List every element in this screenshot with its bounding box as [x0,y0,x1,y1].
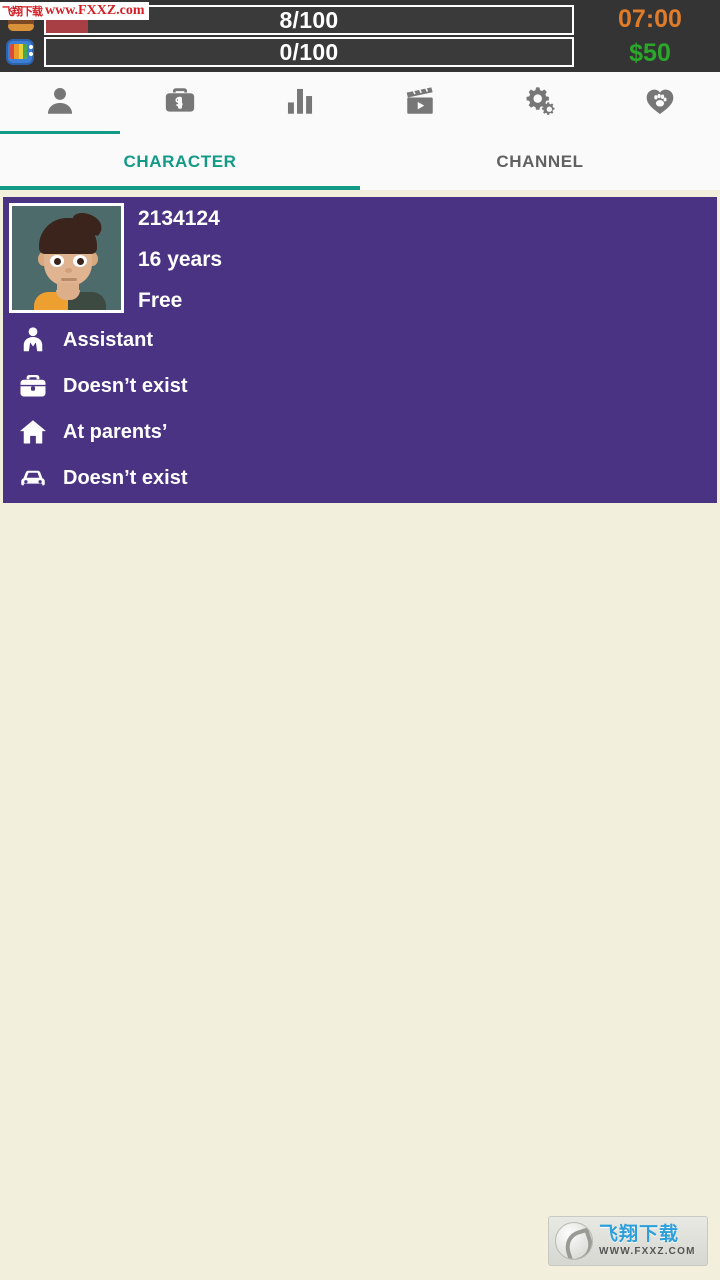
clapperboard-icon [403,84,437,123]
stat-row-business[interactable]: Doesn’t exist [13,363,717,409]
tab-work[interactable] [120,72,240,134]
stat-row-home[interactable]: At parents’ [13,409,717,455]
watermark-bottom-text: 飞翔下载 WWW.FXXZ.COM [599,1225,696,1257]
app-root: 8/100 0/100 07:00 $50 CHARACTER CHANNEL … [0,0,720,1280]
tab-pets[interactable] [600,72,720,134]
heart-paw-icon [643,84,677,123]
stat-row-job[interactable]: Assistant [13,317,717,363]
stat-business-label: Doesn’t exist [63,374,188,397]
watermark-top-en: www.FXXZ.com [45,3,145,18]
watermark-bottom-cn: 飞翔下载 [599,1224,680,1245]
clock-display: 07:00 [618,4,682,33]
character-avatar[interactable] [9,203,124,313]
text-tab-bar: CHARACTER CHANNEL [0,134,720,190]
watermark-top-cn: 飞翔下载 [2,6,43,18]
gears-icon [523,84,557,123]
stat-home-label: At parents’ [63,420,168,443]
fans-bar-label: 0/100 [279,38,339,65]
job-person-icon [13,325,53,355]
character-identity: 2134124 16 years Free [124,203,222,313]
stat-job-label: Assistant [63,328,154,351]
stat-row-car[interactable]: Doesn’t exist [13,455,717,501]
bar-chart-icon [283,84,317,123]
character-status: Free [138,289,183,312]
tab-channel-label[interactable]: CHANNEL [360,134,720,190]
briefcase-icon [13,371,53,401]
tv-icon [5,38,39,68]
icon-tab-bar [0,72,720,134]
watermark-top: 飞翔下载 www.FXXZ.com [0,2,149,20]
briefcase-dollar-icon [163,84,197,123]
character-id: 2134124 [138,207,220,230]
car-icon [13,463,53,493]
character-age: 16 years [138,248,223,271]
fans-bar: 0/100 [44,37,574,67]
tab-videos[interactable] [360,72,480,134]
watermark-bottom-en: WWW.FXXZ.COM [599,1246,696,1257]
watermark-bottom: 飞翔下载 WWW.FXXZ.COM [548,1216,708,1266]
house-icon [13,417,53,447]
tab-character[interactable] [0,72,120,134]
character-stat-list: Assistant Doesn’t exist At parents’ Does… [3,313,717,501]
tab-character-label[interactable]: CHARACTER [0,134,360,190]
person-icon [43,84,77,123]
energy-bar-label: 8/100 [279,6,339,33]
status-bar-right: 07:00 $50 [580,0,720,72]
money-display: $50 [629,38,671,67]
stat-car-label: Doesn’t exist [63,466,188,489]
watermark-logo-icon [555,1222,593,1260]
character-card-header: 2134124 16 years Free [3,197,717,313]
tab-statistics[interactable] [240,72,360,134]
character-card[interactable]: 2134124 16 years Free Assistant Doesn’t … [3,197,717,503]
tab-settings[interactable] [480,72,600,134]
